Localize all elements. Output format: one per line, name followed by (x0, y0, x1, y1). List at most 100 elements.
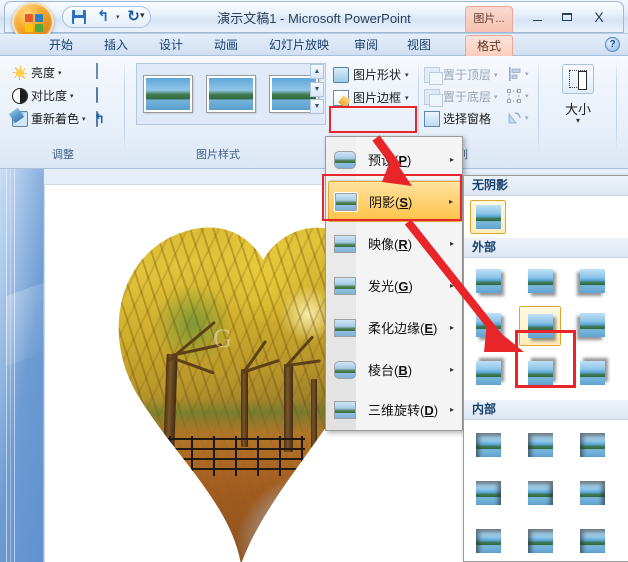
minimize-button[interactable] (526, 8, 548, 26)
ribbon-group-size: 大小 ▾ (544, 58, 612, 163)
close-button[interactable]: X (588, 8, 610, 26)
send-to-back-icon (424, 89, 440, 105)
menu-item-reflection[interactable]: 映像(R) ▸ (328, 223, 462, 264)
chevron-down-icon[interactable]: ▾ (525, 70, 529, 78)
shadow-preview-icon (528, 481, 553, 505)
wooden-fence (165, 436, 305, 478)
menu-item-soft-edges[interactable]: 柔化边缘(E) ▸ (328, 307, 462, 348)
menu-item-bevel[interactable]: 棱台(B) ▸ (328, 349, 462, 390)
ribbon-group-adjust: 亮度 ▾ 对比度 ▾ 重新着色 ▾ ↰ (4, 58, 122, 163)
rotate-command[interactable]: ▾ (506, 110, 529, 126)
shadow-swatch-inner[interactable] (522, 524, 558, 558)
send-to-back-command[interactable]: 置于底层 ▾ (424, 88, 498, 105)
picture-shape-command[interactable]: 图片形状 ▾ (333, 66, 409, 83)
tab-review[interactable]: 审阅 (347, 35, 385, 56)
group-divider (616, 60, 617, 154)
brightness-command[interactable]: 亮度 ▾ (12, 64, 62, 81)
contrast-icon (12, 88, 28, 104)
chevron-down-icon[interactable]: ▾ (405, 71, 409, 79)
shadow-swatch-outer[interactable] (470, 356, 506, 390)
shadow-preview-icon (528, 269, 553, 293)
shadow-swatch-outer[interactable] (574, 264, 610, 298)
tab-insert[interactable]: 插入 (97, 35, 135, 56)
menu-item-glow[interactable]: 发光(G) ▸ (328, 265, 462, 306)
shadow-swatch-outer[interactable] (574, 308, 610, 342)
shadow-swatch-inner[interactable] (470, 524, 506, 558)
watermark-text: G (213, 324, 233, 354)
picture-style-thumbnail[interactable] (207, 76, 255, 112)
shadow-swatch-none[interactable] (470, 200, 506, 234)
compress-pictures-icon (96, 63, 98, 79)
chevron-down-icon[interactable]: ▾ (405, 94, 409, 102)
chevron-down-icon[interactable]: ▾ (70, 92, 74, 100)
shadow-preview-icon (476, 529, 501, 553)
menu-item-label: 发光(G) (368, 276, 413, 295)
menu-item-label: 三维旋转(D) (368, 400, 438, 419)
group-icon (506, 88, 522, 104)
tree-trunk (163, 354, 177, 449)
group-label-picture-styles: 图片样式 (118, 146, 318, 162)
size-dropdown-icon[interactable]: ▾ (544, 116, 612, 125)
chevron-down-icon[interactable]: ▾ (58, 69, 62, 77)
menu-item-label: 预设(P) (368, 150, 411, 169)
tab-design[interactable]: 设计 (152, 35, 190, 56)
shadow-swatch-inner[interactable] (470, 428, 506, 462)
gallery-scroll-up-icon[interactable]: ▲ (310, 64, 324, 79)
tab-slideshow[interactable]: 幻灯片放映 (262, 35, 336, 56)
submenu-arrow-icon: ▸ (450, 405, 454, 414)
picture-styles-gallery[interactable] (136, 63, 326, 125)
tab-animations[interactable]: 动画 (207, 35, 245, 56)
help-icon[interactable]: ? (605, 37, 620, 52)
compress-pictures-button[interactable] (96, 64, 116, 84)
chevron-down-icon[interactable]: ▾ (525, 114, 529, 122)
size-button[interactable] (562, 64, 594, 94)
reset-picture-button[interactable]: ↰ (96, 112, 116, 132)
chevron-down-icon[interactable]: ▾ (82, 115, 86, 123)
picture-border-command[interactable]: 图片边框 ▾ (333, 89, 409, 106)
chevron-down-icon[interactable]: ▾ (525, 92, 529, 100)
menu-item-3d-rotation[interactable]: 三维旋转(D) ▸ (328, 389, 462, 430)
brightness-icon (12, 65, 28, 81)
shadow-swatch-inner[interactable] (470, 476, 506, 510)
shadow-swatch-inner[interactable] (574, 428, 610, 462)
shadow-swatch-outer[interactable] (470, 308, 506, 342)
bring-to-front-command[interactable]: 置于顶层 ▾ (424, 66, 498, 83)
shadow-swatch-outer[interactable] (470, 264, 506, 298)
bring-to-front-icon (424, 67, 440, 83)
picture-shape-icon (333, 67, 349, 83)
submenu-arrow-icon: ▸ (450, 281, 454, 290)
group-command[interactable]: ▾ (506, 88, 529, 104)
shadow-swatch-outer[interactable] (522, 264, 558, 298)
submenu-arrow-icon: ▸ (450, 323, 454, 332)
shadow-swatch-inner[interactable] (522, 476, 558, 510)
maximize-button[interactable] (556, 8, 578, 26)
picture-border-icon (333, 90, 349, 106)
align-command[interactable]: ▾ (506, 66, 529, 82)
tab-view[interactable]: 视图 (400, 35, 438, 56)
chevron-down-icon[interactable]: ▾ (494, 93, 498, 101)
shadow-swatch-inner[interactable] (522, 428, 558, 462)
change-picture-button[interactable] (96, 88, 116, 108)
recolor-command[interactable]: 重新着色 ▾ (12, 110, 86, 127)
selection-pane-command[interactable]: 选择窗格 (424, 110, 491, 127)
preset-thumb-icon (334, 151, 356, 169)
slides-thumbnail-pane[interactable] (0, 169, 44, 562)
chevron-down-icon[interactable]: ▾ (494, 71, 498, 79)
shadow-swatch-inner[interactable] (574, 476, 610, 510)
gallery-more-icon[interactable]: ▼ (310, 99, 324, 114)
tab-format[interactable]: 格式 (465, 35, 513, 56)
3d-rotation-thumb-icon (334, 401, 356, 419)
ribbon-tab-strip: 开始 插入 设计 动画 幻灯片放映 审阅 视图 格式 ? (0, 34, 628, 56)
gallery-section-header-inner: 内部 (464, 400, 628, 420)
contrast-command[interactable]: 对比度 ▾ (12, 87, 74, 104)
picture-style-thumbnail[interactable] (144, 76, 192, 112)
ribbon-group-picture-styles: ▲ ▼ ▼ 图片样式 (128, 58, 328, 163)
submenu-arrow-icon: ▸ (450, 239, 454, 248)
shadow-swatch-inner[interactable] (574, 524, 610, 558)
change-picture-icon (96, 87, 98, 103)
menu-item-label: 映像(R) (368, 234, 412, 253)
gallery-scroll-down-icon[interactable]: ▼ (310, 82, 324, 97)
tab-home[interactable]: 开始 (42, 35, 80, 56)
contextual-tab-picture-tools[interactable]: 图片... (465, 6, 513, 32)
shadow-swatch-outer[interactable] (574, 356, 610, 390)
